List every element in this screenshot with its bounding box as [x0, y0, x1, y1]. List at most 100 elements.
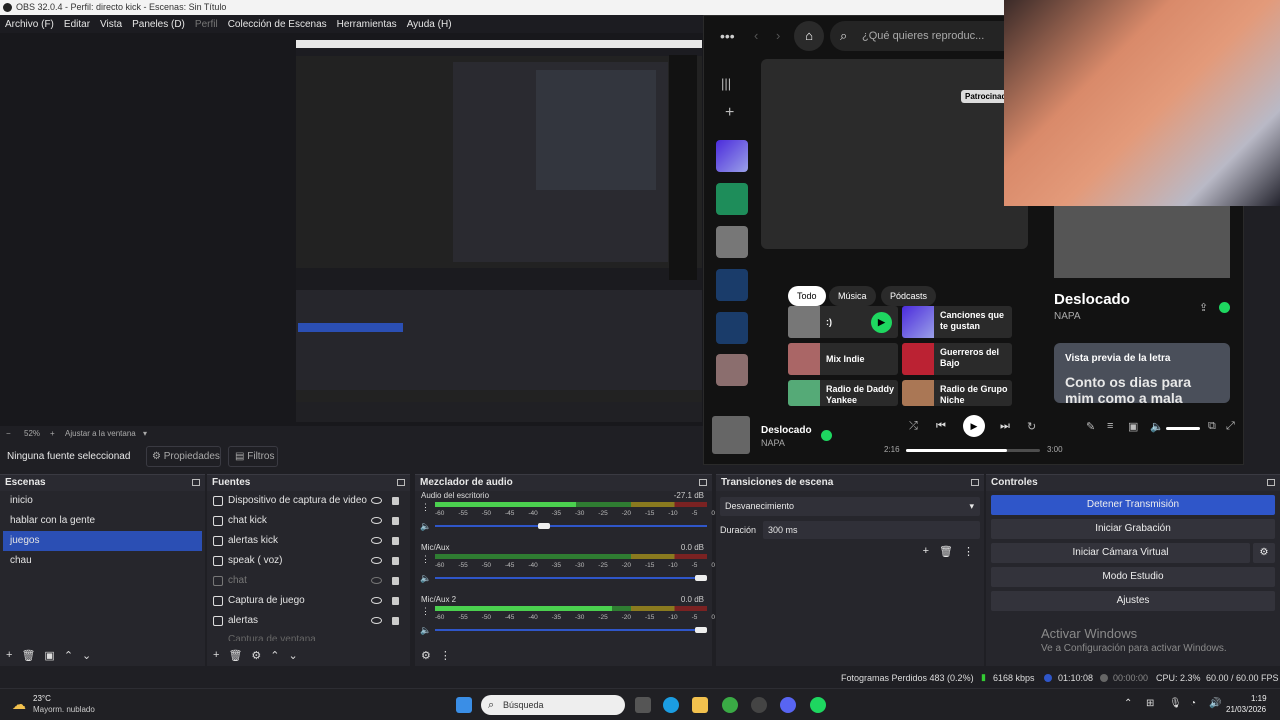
quick-card[interactable]: Radio de Daddy Yankee: [788, 380, 898, 406]
settings-button[interactable]: Ajustes: [991, 591, 1275, 611]
quick-card[interactable]: :) ▶: [788, 306, 898, 338]
volume-icon[interactable]: 🔈: [1150, 420, 1164, 433]
task-view-icon[interactable]: [635, 697, 651, 713]
play-icon[interactable]: ▶: [871, 312, 892, 333]
lock-icon[interactable]: [392, 497, 399, 505]
move-down-icon[interactable]: ⌄: [82, 649, 91, 662]
lock-icon[interactable]: [392, 517, 399, 525]
move-down-icon[interactable]: ⌄: [289, 649, 298, 662]
eye-icon[interactable]: [371, 597, 382, 604]
menu-herramientas[interactable]: Herramientas: [337, 19, 397, 30]
speaker-icon[interactable]: 🔈: [420, 625, 431, 636]
volume-slider[interactable]: [435, 523, 707, 529]
volume-slider[interactable]: [1166, 427, 1200, 430]
chip-podcasts[interactable]: Pódcasts: [881, 286, 937, 306]
add-icon[interactable]: +: [725, 104, 734, 122]
source-item[interactable]: alertas: [207, 611, 410, 631]
source-item-hidden[interactable]: chat: [207, 571, 410, 591]
clock-time[interactable]: 1:19: [1251, 694, 1267, 703]
zoom-fit-select[interactable]: Ajustar a la ventana: [65, 426, 136, 442]
volume-slider[interactable]: [435, 575, 707, 581]
duration-input[interactable]: 300 ms: [763, 521, 980, 539]
trash-icon[interactable]: 🗑: [939, 545, 953, 558]
source-item[interactable]: chat kick: [207, 511, 410, 531]
zoom-plus-icon[interactable]: +: [50, 426, 55, 442]
speaker-icon[interactable]: 🔈: [420, 573, 431, 584]
sponsored-banner[interactable]: Patrocinado: [761, 59, 1028, 249]
trash-icon[interactable]: 🗑: [228, 649, 242, 662]
menu-editar[interactable]: Editar: [64, 19, 90, 30]
properties-button[interactable]: ⚙ Propiedades: [146, 446, 221, 467]
playlist-thumb[interactable]: [716, 226, 748, 258]
chip-all[interactable]: Todo: [788, 286, 826, 306]
move-up-icon[interactable]: ⌃: [270, 649, 279, 662]
eye-icon[interactable]: [371, 517, 382, 524]
home-icon[interactable]: ⌂: [794, 21, 824, 51]
liked-songs-icon[interactable]: [716, 140, 748, 172]
undock-icon[interactable]: [192, 479, 200, 486]
more-icon[interactable]: ⋮: [440, 649, 451, 662]
stop-stream-button[interactable]: Detener Transmisión: [991, 495, 1275, 515]
repeat-icon[interactable]: ↻: [1027, 420, 1036, 433]
chrome-icon[interactable]: [722, 697, 738, 713]
now-playing-artist[interactable]: NAPA: [761, 438, 785, 448]
gear-icon[interactable]: ⚙: [251, 649, 261, 662]
saved-check-icon[interactable]: [821, 430, 832, 441]
lyrics-preview[interactable]: Vista previa de la letra Conto os dias p…: [1054, 343, 1230, 403]
now-playing-title[interactable]: Deslocado: [761, 425, 812, 436]
scene-item[interactable]: inicio: [3, 491, 202, 511]
source-item[interactable]: alertas kick: [207, 531, 410, 551]
add-icon[interactable]: +: [923, 545, 929, 558]
weather-temp[interactable]: 23°C: [33, 694, 51, 703]
microphone-icon[interactable]: 🎙: [1169, 698, 1182, 709]
clock-date[interactable]: 21/03/2026: [1226, 705, 1266, 714]
volume-slider[interactable]: [435, 627, 707, 633]
quick-card[interactable]: Canciones que te gustan: [902, 306, 1012, 338]
zoom-minus-icon[interactable]: −: [6, 426, 11, 442]
quick-card[interactable]: Radio de Grupo Niche: [902, 380, 1012, 406]
obs-icon[interactable]: [751, 697, 767, 713]
spotify-icon[interactable]: [810, 697, 826, 713]
saved-check-icon[interactable]: [1219, 302, 1230, 313]
forward-icon[interactable]: ›: [776, 28, 780, 43]
transition-select[interactable]: Desvanecimiento ▾: [720, 497, 980, 516]
weather-desc[interactable]: Mayorm. nublado: [33, 705, 95, 714]
file-explorer-icon[interactable]: [692, 697, 708, 713]
menu-coleccion[interactable]: Colección de Escenas: [228, 19, 327, 30]
next-icon[interactable]: ⏭: [1000, 420, 1010, 433]
undock-icon[interactable]: [971, 479, 979, 486]
volume-knob[interactable]: [695, 627, 707, 633]
edge-icon[interactable]: [663, 697, 679, 713]
advanced-audio-icon[interactable]: ⚙: [421, 649, 431, 662]
eye-icon[interactable]: [371, 557, 382, 564]
virtual-camera-button[interactable]: Iniciar Cámara Virtual: [991, 543, 1250, 563]
source-item[interactable]: Captura de juego: [207, 591, 410, 611]
menu-ayuda[interactable]: Ayuda (H): [407, 19, 452, 30]
playlist-thumb[interactable]: [716, 269, 748, 301]
shuffle-icon[interactable]: ⤮: [909, 420, 918, 433]
menu-archivo[interactable]: Archivo (F): [5, 19, 54, 30]
chevron-down-icon[interactable]: ▾: [143, 426, 147, 442]
studio-mode-button[interactable]: Modo Estudio: [991, 567, 1275, 587]
mini-player-icon[interactable]: ⧉: [1208, 420, 1216, 433]
library-icon[interactable]: |||: [721, 76, 731, 91]
more-icon[interactable]: ⋮: [421, 554, 430, 565]
lock-icon[interactable]: [392, 537, 399, 545]
playlist-thumb[interactable]: [716, 312, 748, 344]
start-recording-button[interactable]: Iniciar Grabación: [991, 519, 1275, 539]
undock-icon[interactable]: [699, 479, 707, 486]
quick-card[interactable]: Mix Indie: [788, 343, 898, 375]
scene-item-selected[interactable]: juegos: [3, 531, 202, 551]
trash-icon[interactable]: 🗑: [21, 649, 35, 662]
move-up-icon[interactable]: ⌃: [64, 649, 73, 662]
more-icon[interactable]: ⋮: [421, 606, 430, 617]
volume-knob[interactable]: [695, 575, 707, 581]
more-icon[interactable]: ⋮: [963, 545, 974, 558]
lyrics-icon[interactable]: ✎: [1086, 420, 1095, 433]
undock-icon[interactable]: [1267, 479, 1275, 486]
chip-music[interactable]: Música: [829, 286, 876, 306]
lock-icon[interactable]: [392, 597, 399, 605]
undock-icon[interactable]: [397, 479, 405, 486]
scene-item[interactable]: hablar con la gente: [3, 511, 202, 531]
source-item[interactable]: Dispositivo de captura de video: [207, 491, 410, 511]
